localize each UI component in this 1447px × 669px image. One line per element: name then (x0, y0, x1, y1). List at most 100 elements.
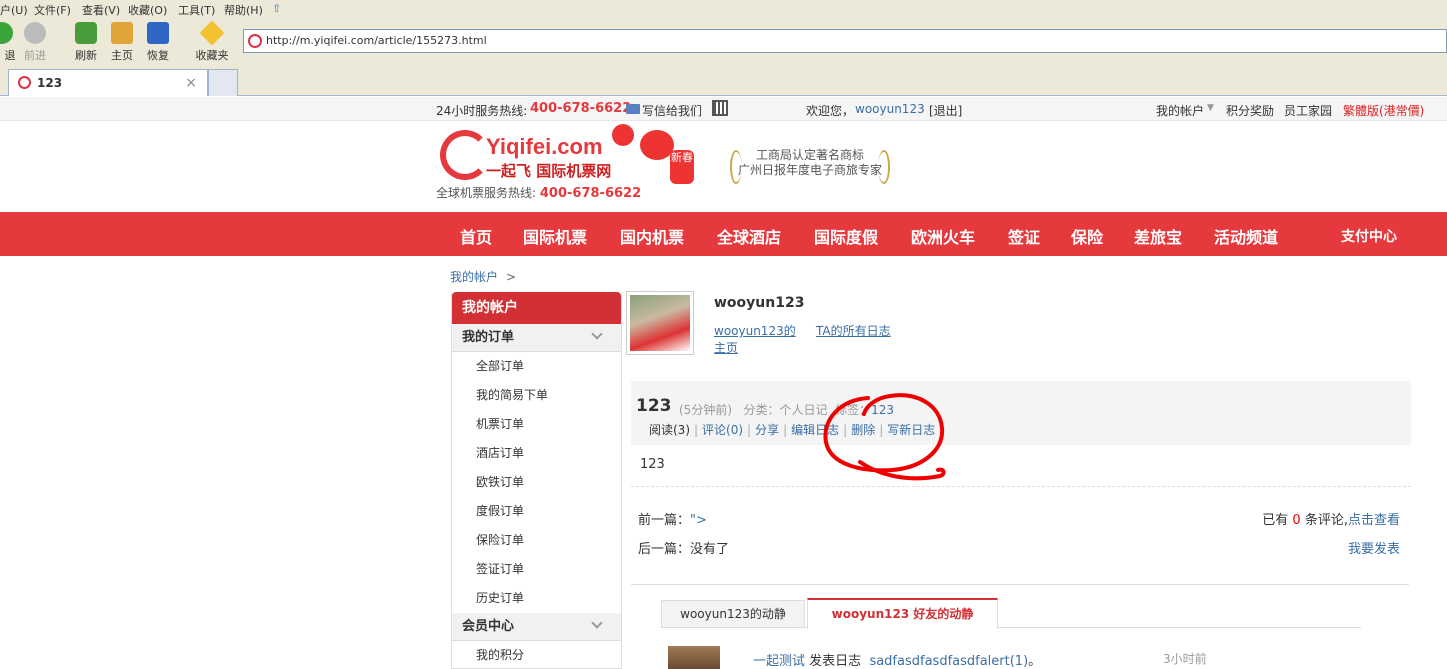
logo-cn: 一起飞 国际机票网 (486, 162, 612, 180)
sidebar-item-visa-orders[interactable]: 签证订单 (452, 555, 621, 584)
back-arrow-icon (0, 22, 13, 44)
breadcrumb: 我的帐户 > (450, 268, 516, 285)
logout-link[interactable]: [退出] (929, 102, 962, 119)
home-icon (111, 22, 133, 44)
feed-item: 一起测试 发表日志 sadfasdfasdfasdfalert(1)。 (753, 654, 1042, 669)
nav-events[interactable]: 活动频道 (1214, 224, 1278, 248)
my-account-menu[interactable]: 我的帐户 (1156, 102, 1204, 119)
sidebar-item-hotel-orders[interactable]: 酒店订单 (452, 439, 621, 468)
new-tab-button[interactable] (208, 69, 238, 96)
restore-button[interactable]: 恢复 (138, 22, 178, 63)
browser-tab[interactable]: 123 × (8, 69, 208, 96)
feed-user-link[interactable]: 一起测试 (753, 654, 805, 669)
sidebar-title: 我的帐户 (452, 292, 621, 324)
feed-avatar[interactable] (668, 646, 720, 669)
ie-tab-icon (18, 76, 31, 89)
sidebar-section-orders[interactable]: 我的订单 (452, 324, 621, 352)
comment-link[interactable]: 评论(0) (702, 423, 743, 437)
menu-favorites[interactable]: 收藏(O) (128, 2, 167, 18)
sidebar-item-insurance-orders[interactable]: 保险订单 (452, 526, 621, 555)
menu-file[interactable]: 文件(F) (34, 2, 71, 18)
feed-time: 3小时前 (1163, 652, 1207, 666)
menu-user[interactable]: 户(U) (0, 2, 28, 18)
read-count: 阅读(3) (649, 423, 690, 437)
forward-button[interactable]: 前进 (15, 22, 55, 63)
sidebar-item-flight-orders[interactable]: 机票订单 (452, 410, 621, 439)
post-actions: 阅读(3) | 评论(0) | 分享 | 编辑日志 | 删除 | 写新日志 (649, 423, 936, 437)
tab-close-button[interactable]: × (185, 70, 197, 96)
new-post-link[interactable]: 写新日志 (887, 423, 935, 437)
avatar-image (630, 295, 690, 351)
username-link[interactable]: wooyun123 (855, 102, 925, 116)
nav-pay-center[interactable]: 支付中心 (1341, 226, 1397, 246)
browser-menubar: 户(U) 文件(F) 查看(V) 收藏(O) 工具(T) 帮助(H) ⇧ (0, 0, 1447, 18)
refresh-icon (75, 22, 97, 44)
forward-arrow-icon (24, 22, 46, 44)
account-sidebar: 我的帐户 我的订单 全部订单 我的简易下单 机票订单 酒店订单 欧铁订单 度假订… (451, 292, 622, 669)
profile-home-link[interactable]: wooyun123的主页 (714, 323, 806, 357)
new-year-badge: 新春 (670, 150, 694, 184)
view-comments-link[interactable]: 点击查看 (1348, 513, 1400, 528)
breadcrumb-account[interactable]: 我的帐户 (450, 270, 498, 284)
nav-holidays[interactable]: 国际度假 (814, 224, 878, 248)
address-bar[interactable]: http://m.yiqifei.com/article/155273.html (243, 29, 1447, 53)
post-tag[interactable]: 123 (871, 403, 894, 417)
refresh-button[interactable]: 刷新 (66, 22, 106, 63)
hotline-number: 400-678-6622 (530, 101, 632, 116)
menu-view[interactable]: 查看(V) (82, 2, 120, 18)
menu-help[interactable]: 帮助(H) (224, 2, 263, 18)
staff-link[interactable]: 员工家园 (1284, 102, 1332, 119)
nav-insurance[interactable]: 保险 (1071, 224, 1103, 248)
hotline-label: 24小时服务热线: (436, 104, 528, 118)
sidebar-item-holiday-orders[interactable]: 度假订单 (452, 497, 621, 526)
favorites-button[interactable]: 收藏夹 (192, 20, 232, 63)
tab-user-activity[interactable]: wooyun123的动静 (661, 600, 805, 628)
post-comment-link[interactable]: 我要发表 (1348, 538, 1400, 557)
mail-link[interactable]: 写信给我们 (642, 102, 702, 119)
lantern-icon (640, 130, 674, 160)
post-category[interactable]: 个人日记 (779, 403, 827, 417)
feed-title-link[interactable]: sadfasdfasdfasdfalert(1) (869, 654, 1028, 669)
mail-icon (626, 104, 640, 114)
next-post-text: 没有了 (690, 542, 730, 557)
points-link[interactable]: 积分奖励 (1226, 102, 1274, 119)
nav-visa[interactable]: 签证 (1008, 224, 1040, 248)
profile-all-logs-link[interactable]: TA的所有日志 (816, 324, 891, 338)
nav-home[interactable]: 首页 (460, 224, 492, 248)
award-line-1: 工商局认定著名商标 (755, 148, 864, 162)
edit-post-link[interactable]: 编辑日志 (791, 423, 839, 437)
sidebar-item-rail-orders[interactable]: 欧铁订单 (452, 468, 621, 497)
share-link[interactable]: 分享 (755, 423, 779, 437)
site-topbar: 24小时服务热线: 400-678-6622 写信给我们 欢迎您， wooyun… (0, 97, 1447, 121)
logo-en: Yiqifei.com (486, 134, 603, 159)
tab-title: 123 (37, 76, 63, 90)
star-icon (199, 20, 225, 46)
award-line-2: 广州日报年度电子商旅专家 (737, 163, 882, 177)
feed-tabs: wooyun123的动静 wooyun123 好友的动静 (661, 598, 1361, 629)
divider (631, 486, 1411, 487)
undo-icon (147, 22, 169, 44)
avatar[interactable] (626, 291, 694, 355)
tab-strip: 123 × (0, 66, 1447, 96)
home-button[interactable]: 主页 (102, 22, 142, 63)
nav-hotels[interactable]: 全球酒店 (717, 224, 781, 248)
logo-hotline: 全球机票服务热线: 400-678-6622 (436, 186, 642, 201)
award-badge: 工商局认定著名商标 广州日报年度电子商旅专家 (730, 148, 890, 184)
delete-post-link[interactable]: 删除 (851, 423, 875, 437)
nav-domestic-flights[interactable]: 国内机票 (620, 224, 684, 248)
tab-friends-activity[interactable]: wooyun123 好友的动静 (807, 598, 998, 629)
prev-post-link[interactable]: "> (690, 513, 707, 528)
nav-travel[interactable]: 差旅宝 (1134, 224, 1182, 248)
qrcode-icon[interactable] (712, 100, 728, 116)
sidebar-item-points[interactable]: 我的积分 (452, 641, 621, 669)
post-title: 123 (636, 396, 672, 416)
sidebar-item-all-orders[interactable]: 全部订单 (452, 352, 621, 381)
chevron-down-icon: ▼ (1207, 103, 1214, 113)
sidebar-item-simple-order[interactable]: 我的简易下单 (452, 381, 621, 410)
nav-intl-flights[interactable]: 国际机票 (523, 224, 587, 248)
sidebar-item-history-orders[interactable]: 历史订单 (452, 584, 621, 613)
nav-euro-rail[interactable]: 欧洲火车 (911, 224, 975, 248)
sidebar-section-member[interactable]: 会员中心 (452, 613, 621, 641)
menu-tools[interactable]: 工具(T) (178, 2, 215, 18)
traditional-link[interactable]: 繁體版(港常價) (1343, 102, 1424, 119)
